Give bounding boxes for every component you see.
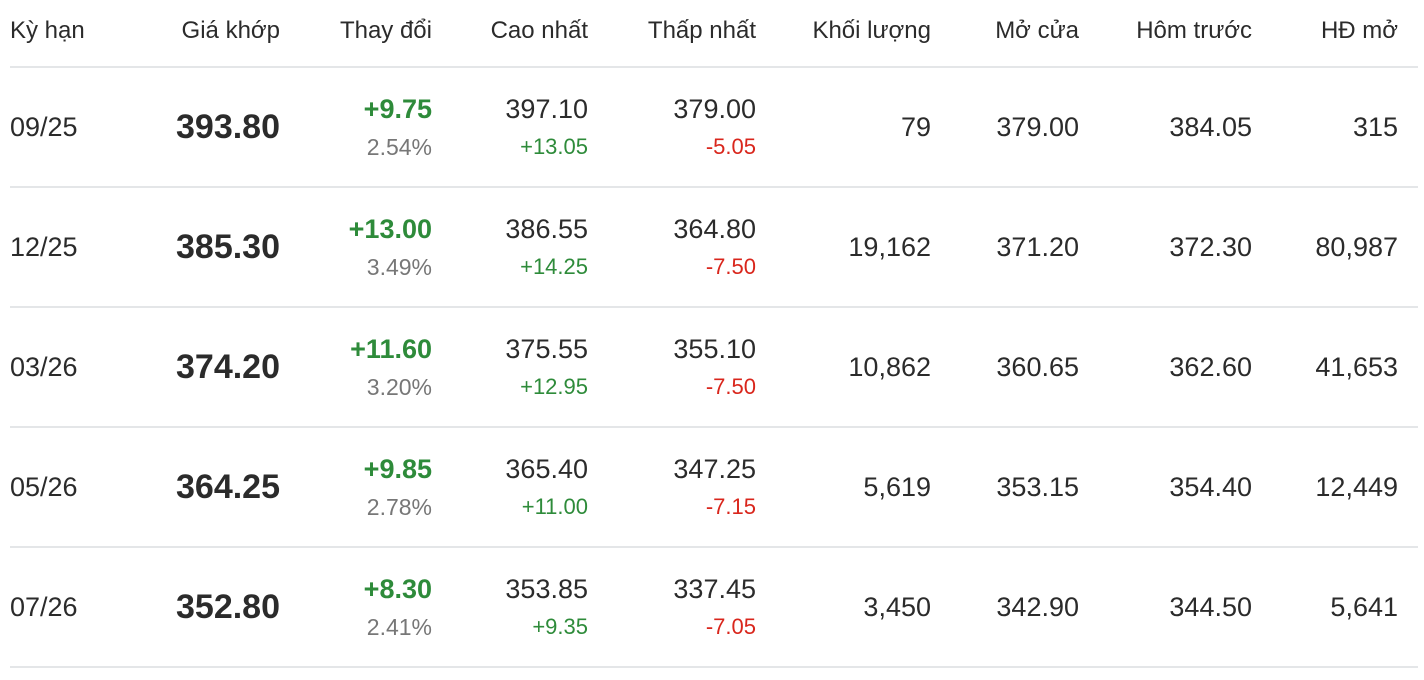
low-value: 364.80 [673,214,756,244]
previous-close-cell: 384.05 [1169,111,1252,142]
high-diff: +11.00 [521,494,588,519]
low-diff: -7.05 [705,614,756,639]
low-diff: -7.15 [705,494,756,519]
change-percent: 3.20% [366,374,432,400]
previous-close-cell: 362.60 [1169,351,1252,382]
header-volume[interactable]: Khối lượng [756,17,931,49]
table-row[interactable]: 03/26 374.20 +11.60 3.20% 375.55 +12.95 … [10,308,1418,428]
match-price-cell: 393.80 [176,107,280,146]
high-value: 386.55 [505,214,588,244]
open-cell: 360.65 [996,351,1079,382]
match-price-cell: 352.80 [176,587,280,626]
header-match-price[interactable]: Giá khớp [130,17,280,49]
term-cell: 12/25 [10,231,78,262]
high-value: 375.55 [505,334,588,364]
change-cell: +9.85 2.78% [280,449,432,525]
open-cell: 371.20 [996,231,1079,262]
change-cell: +11.60 3.20% [280,329,432,405]
high-value: 365.40 [505,454,588,484]
match-price-cell: 385.30 [176,227,280,266]
change-value: +9.85 [363,454,432,484]
volume-cell: 3,450 [863,591,931,622]
previous-close-cell: 372.30 [1169,231,1252,262]
table-row[interactable]: 05/26 364.25 +9.85 2.78% 365.40 +11.00 3… [10,428,1418,548]
change-cell: +8.30 2.41% [280,569,432,645]
table-header: Kỳ hạn Giá khớp Thay đổi Cao nhất Thấp n… [10,0,1418,68]
high-diff: +9.35 [532,614,588,639]
volume-cell: 19,162 [848,231,931,262]
open-cell: 353.15 [996,471,1079,502]
high-diff: +12.95 [520,374,588,399]
header-open-interest[interactable]: HĐ mở [1252,17,1398,49]
term-cell: 03/26 [10,351,78,382]
table-row[interactable]: 09/25 393.80 +9.75 2.54% 397.10 +13.05 3… [10,68,1418,188]
header-change[interactable]: Thay đổi [280,17,432,49]
table-row[interactable]: 12/25 385.30 +13.00 3.49% 386.55 +14.25 … [10,188,1418,308]
high-cell: 365.40 +11.00 [432,449,588,525]
high-cell: 386.55 +14.25 [432,209,588,285]
header-term[interactable]: Kỳ hạn [10,17,130,49]
low-diff: -7.50 [705,254,756,279]
header-high[interactable]: Cao nhất [432,17,588,49]
match-price-cell: 364.25 [176,467,280,506]
high-diff: +13.05 [520,134,588,159]
open-interest-cell: 12,449 [1315,471,1398,502]
futures-table: Kỳ hạn Giá khớp Thay đổi Cao nhất Thấp n… [10,0,1418,668]
table-row[interactable]: 07/26 352.80 +8.30 2.41% 353.85 +9.35 33… [10,548,1418,668]
volume-cell: 79 [900,111,931,142]
low-cell: 364.80 -7.50 [588,209,756,285]
previous-close-cell: 344.50 [1169,591,1252,622]
high-value: 353.85 [505,574,588,604]
low-diff: -5.05 [705,134,756,159]
change-cell: +9.75 2.54% [280,89,432,165]
high-cell: 375.55 +12.95 [432,329,588,405]
volume-cell: 5,619 [863,471,931,502]
open-interest-cell: 80,987 [1315,231,1398,262]
change-value: +13.00 [348,214,432,244]
change-value: +11.60 [350,334,432,364]
high-cell: 397.10 +13.05 [432,89,588,165]
open-interest-cell: 5,641 [1330,591,1398,622]
high-value: 397.10 [505,94,588,124]
low-value: 379.00 [673,94,756,124]
previous-close-cell: 354.40 [1169,471,1252,502]
change-value: +9.75 [363,94,432,124]
open-interest-cell: 315 [1352,111,1398,142]
low-value: 337.45 [673,574,756,604]
change-percent: 2.41% [366,614,432,640]
low-value: 347.25 [673,454,756,484]
term-cell: 05/26 [10,471,78,502]
low-cell: 347.25 -7.15 [588,449,756,525]
open-cell: 379.00 [996,111,1079,142]
header-low[interactable]: Thấp nhất [588,17,756,49]
low-cell: 355.10 -7.50 [588,329,756,405]
volume-cell: 10,862 [848,351,931,382]
open-cell: 342.90 [996,591,1079,622]
header-previous-close[interactable]: Hôm trước [1079,17,1252,49]
match-price-cell: 374.20 [176,347,280,386]
change-percent: 3.49% [366,254,432,280]
high-cell: 353.85 +9.35 [432,569,588,645]
high-diff: +14.25 [520,254,588,279]
low-diff: -7.50 [705,374,756,399]
low-value: 355.10 [673,334,756,364]
change-cell: +13.00 3.49% [280,209,432,285]
change-value: +8.30 [363,574,432,604]
change-percent: 2.78% [366,494,432,520]
low-cell: 379.00 -5.05 [588,89,756,165]
low-cell: 337.45 -7.05 [588,569,756,645]
change-percent: 2.54% [366,134,432,160]
term-cell: 09/25 [10,111,78,142]
open-interest-cell: 41,653 [1315,351,1398,382]
term-cell: 07/26 [10,591,78,622]
header-open[interactable]: Mở cửa [931,17,1079,49]
